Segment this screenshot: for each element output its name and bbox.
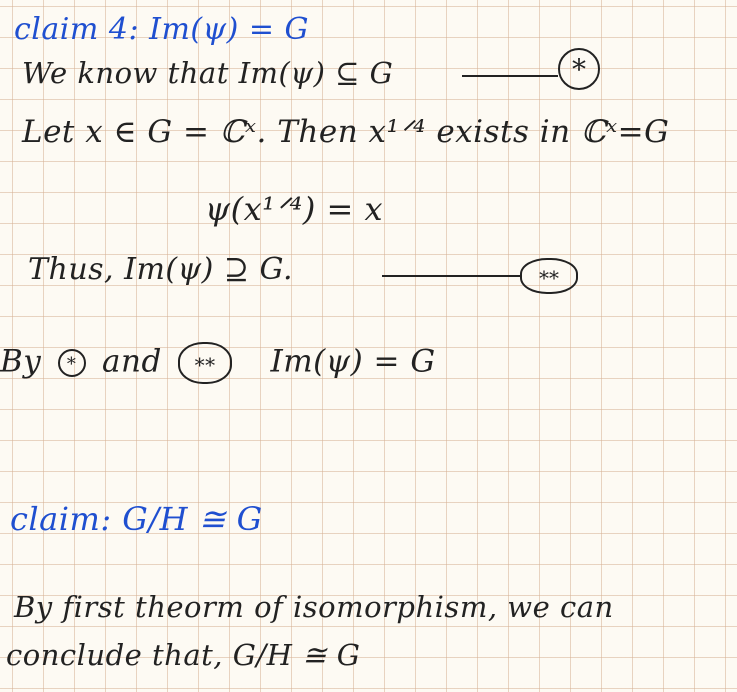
connector-line-2 — [382, 275, 522, 277]
claim-quotient-heading: claim: G/H ≅ G — [10, 500, 263, 538]
double-star-circle-mark: ** — [520, 258, 578, 294]
double-star-mark: ** — [539, 266, 559, 290]
conclude-line: conclude that, G/H ≅ G — [6, 638, 361, 672]
first-theorem-line: By first theorm of isomorphism, we can — [14, 590, 614, 624]
star-mark: * — [572, 53, 586, 86]
and-word: and — [102, 343, 162, 380]
thus-superset-line: Thus, Im(ψ) ⊇ G. — [28, 252, 293, 287]
small-star-mark: * — [66, 354, 77, 375]
claim-4-heading: claim 4: Im(ψ) = G — [14, 12, 309, 47]
let-x-line: Let x ∈ G = ℂˣ. Then x¹ᐟ⁴ exists in ℂˣ=G — [22, 114, 670, 150]
by-word: By — [0, 343, 42, 380]
image-equals-g: Im(ψ) = G — [270, 343, 436, 380]
by-conclusion-line: By * and ** Im(ψ) = G — [0, 342, 436, 384]
star-circle-mark: * — [558, 48, 600, 90]
small-star-circle: * — [57, 349, 86, 377]
small-double-star-mark: ** — [194, 353, 216, 377]
connector-line-1 — [462, 75, 558, 77]
psi-equation-line: ψ(x¹ᐟ⁴) = x — [205, 190, 384, 228]
known-subset-line: We know that Im(ψ) ⊆ G — [22, 56, 394, 90]
small-double-star-circle: ** — [178, 342, 233, 384]
